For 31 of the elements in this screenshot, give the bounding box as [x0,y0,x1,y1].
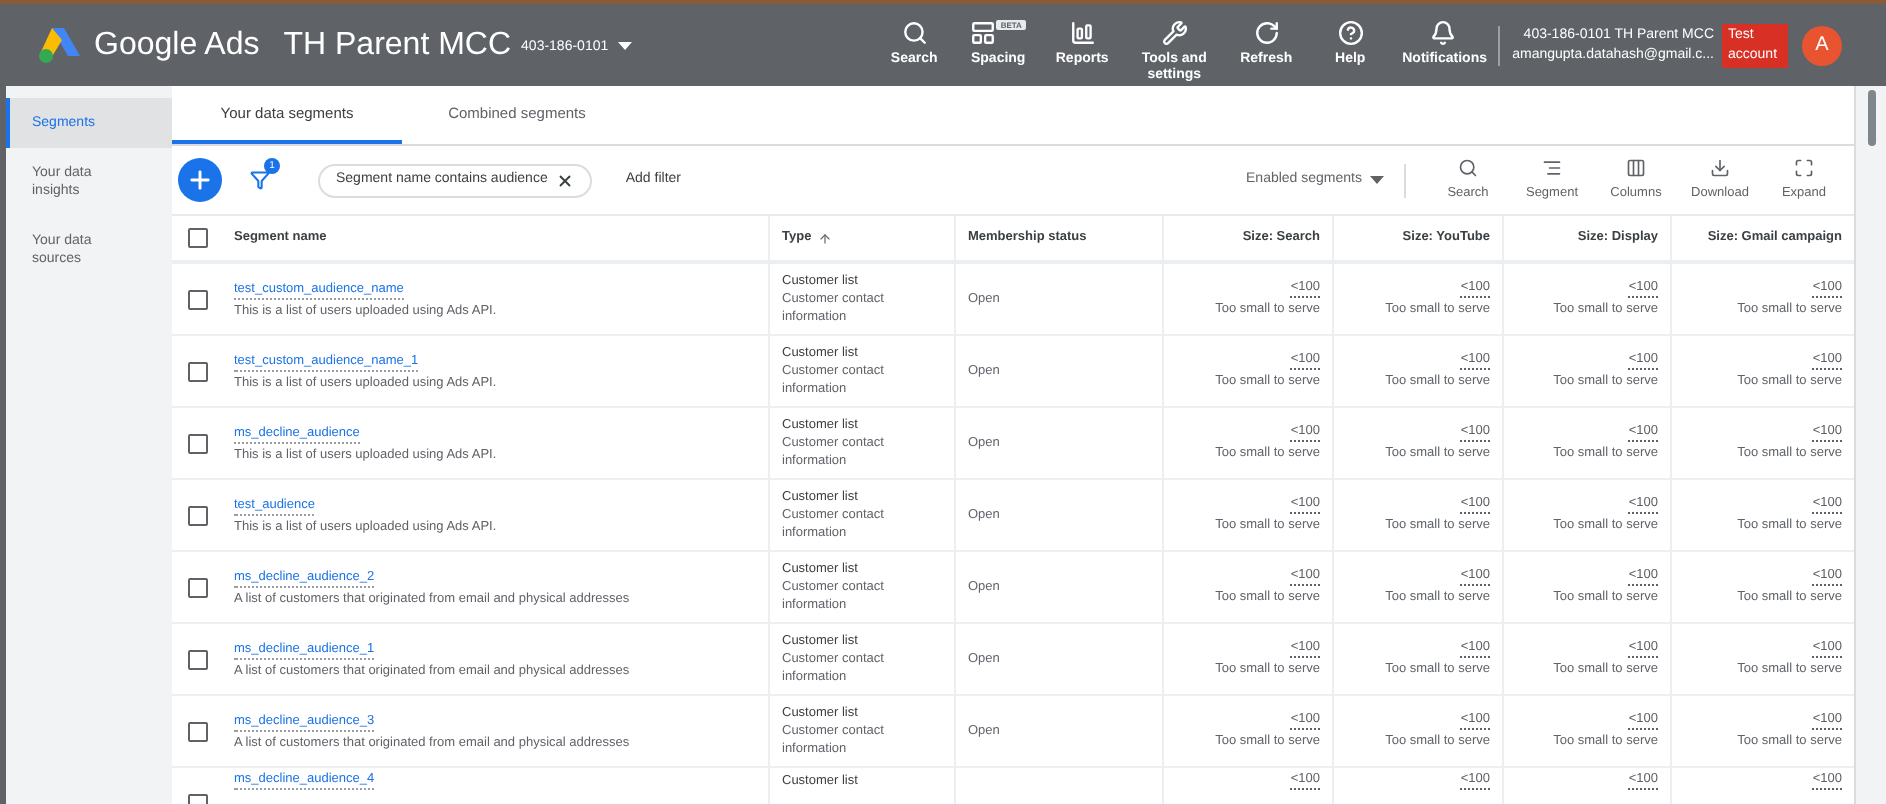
checkbox[interactable] [187,361,207,381]
scrollbar[interactable] [1854,86,1886,804]
help-icon [1337,19,1364,45]
search-icon [1458,157,1478,178]
checkbox[interactable] [187,433,207,453]
search-icon [901,19,928,45]
bell-icon [1429,19,1456,45]
product-name: Google Ads [94,29,260,61]
plus-icon [186,166,214,194]
logo-icon [38,26,82,64]
refresh-icon [1253,19,1280,45]
download-icon [1710,157,1730,178]
chart-icon [1069,19,1096,45]
caret-icon [618,41,633,49]
layout-icon [970,19,997,45]
add-button[interactable] [178,158,222,202]
lines-icon [1542,157,1562,178]
wrench-icon [1161,19,1188,45]
caret-icon [1370,176,1384,184]
account-name: TH Parent MCC [283,29,512,61]
checkbox[interactable] [187,577,207,597]
checkbox[interactable] [187,721,207,741]
checkbox[interactable] [187,289,207,309]
checkbox[interactable] [187,505,207,525]
columns-icon [1626,157,1646,178]
close-icon[interactable] [555,171,574,189]
avatar[interactable]: A [1802,25,1842,65]
expand-icon [1794,157,1814,178]
filter-icon [250,170,270,190]
checkbox[interactable] [187,649,207,669]
checkbox[interactable] [187,228,207,248]
